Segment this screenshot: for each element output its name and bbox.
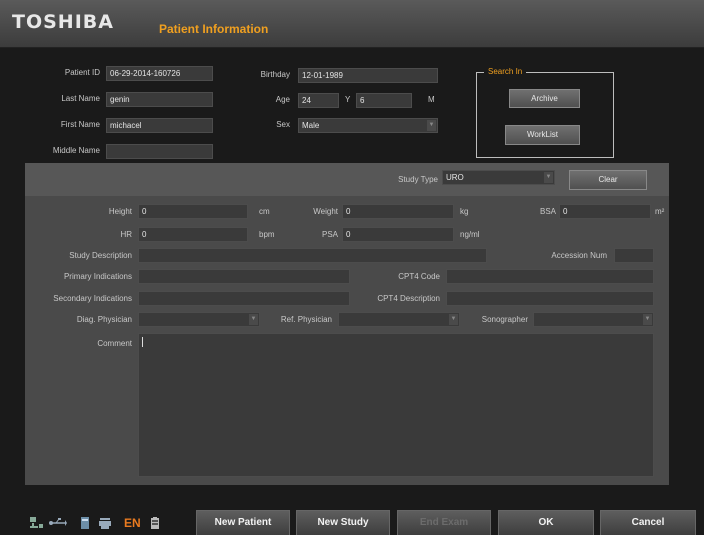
last-name-label: Last Name: [61, 94, 100, 103]
cpt4-description-label: CPT4 Description: [377, 294, 440, 303]
chevron-down-icon: ▼: [249, 314, 258, 325]
study-type-label: Study Type: [398, 175, 438, 184]
new-patient-button[interactable]: New Patient: [196, 510, 290, 535]
sex-value: Male: [302, 121, 320, 130]
first-name-field[interactable]: michacel: [106, 118, 213, 133]
cpt4-description-field[interactable]: [446, 291, 654, 306]
psa-field[interactable]: 0: [342, 227, 454, 242]
accession-num-field[interactable]: [614, 248, 654, 263]
patient-id-label: Patient ID: [64, 68, 100, 77]
ok-button[interactable]: OK: [498, 510, 594, 535]
diag-physician-dropdown[interactable]: ▼: [138, 312, 260, 327]
birthday-label: Birthday: [260, 70, 290, 79]
primary-indications-field[interactable]: [138, 269, 350, 284]
age-label: Age: [275, 95, 290, 104]
text-cursor: [142, 337, 143, 347]
hr-unit: bpm: [259, 230, 275, 239]
accession-num-label: Accession Num: [551, 251, 607, 260]
diag-physician-label: Diag. Physician: [76, 315, 132, 324]
new-study-button[interactable]: New Study: [296, 510, 390, 535]
sonographer-label: Sonographer: [481, 315, 528, 324]
sonographer-dropdown[interactable]: ▼: [533, 312, 654, 327]
bsa-field[interactable]: 0: [559, 204, 651, 219]
toshiba-logo: TOSHIBA: [12, 11, 114, 33]
sex-dropdown[interactable]: Male ▼: [298, 118, 438, 133]
height-label: Height: [108, 207, 132, 216]
chevron-down-icon: ▼: [449, 314, 458, 325]
comment-textarea[interactable]: [138, 333, 654, 477]
language-indicator[interactable]: EN: [124, 516, 141, 530]
search-in-group: [476, 72, 614, 158]
end-exam-button[interactable]: End Exam: [397, 510, 491, 535]
archive-button[interactable]: Archive: [509, 89, 580, 108]
worklist-button[interactable]: WorkList: [505, 125, 580, 145]
study-type-dropdown[interactable]: URO ▼: [442, 170, 555, 185]
bsa-unit: m²: [655, 207, 665, 216]
clear-button[interactable]: Clear: [569, 170, 647, 190]
psa-unit: ng/ml: [460, 230, 480, 239]
study-description-label: Study Description: [69, 251, 132, 260]
hr-field[interactable]: 0: [138, 227, 248, 242]
battery-icon: [150, 517, 160, 529]
cancel-button[interactable]: Cancel: [600, 510, 696, 535]
last-name-field[interactable]: genin: [106, 92, 213, 107]
comment-label: Comment: [97, 339, 132, 348]
patient-id-field[interactable]: 06-29-2014-160726: [106, 66, 213, 81]
usb-icon: [49, 517, 67, 529]
age-years-unit: Y: [345, 95, 351, 104]
page-title: Patient Information: [159, 22, 269, 36]
hr-label: HR: [120, 230, 132, 239]
cpt4-code-label: CPT4 Code: [398, 272, 440, 281]
ref-physician-dropdown[interactable]: ▼: [338, 312, 460, 327]
study-description-field[interactable]: [138, 248, 487, 263]
chevron-down-icon: ▼: [544, 172, 553, 183]
height-field[interactable]: 0: [138, 204, 248, 219]
first-name-label: First Name: [60, 120, 100, 129]
ref-physician-label: Ref. Physician: [280, 315, 332, 324]
study-type-value: URO: [446, 173, 464, 182]
middle-name-field[interactable]: [106, 144, 213, 159]
title-bar: TOSHIBA Patient Information: [0, 0, 704, 48]
sex-label: Sex: [276, 120, 290, 129]
weight-field[interactable]: 0: [342, 204, 454, 219]
cpt4-code-field[interactable]: [446, 269, 654, 284]
network-icon: [30, 517, 44, 529]
disk-icon: [80, 517, 90, 529]
age-months-unit: M: [428, 95, 435, 104]
chevron-down-icon: ▼: [643, 314, 652, 325]
printer-icon: [99, 517, 111, 529]
height-unit: cm: [259, 207, 270, 216]
bsa-label: BSA: [539, 207, 556, 216]
weight-label: Weight: [313, 207, 338, 216]
psa-label: PSA: [321, 230, 338, 239]
secondary-indications-label: Secondary Indications: [53, 294, 132, 303]
weight-unit: kg: [460, 207, 469, 216]
birthday-field[interactable]: 12-01-1989: [298, 68, 438, 83]
age-years-field[interactable]: 24: [298, 93, 339, 108]
middle-name-label: Middle Name: [52, 146, 100, 155]
search-in-title: Search In: [484, 67, 527, 76]
primary-indications-label: Primary Indications: [63, 272, 132, 281]
chevron-down-icon: ▼: [427, 120, 436, 131]
secondary-indications-field[interactable]: [138, 291, 350, 306]
age-months-field[interactable]: 6: [356, 93, 412, 108]
